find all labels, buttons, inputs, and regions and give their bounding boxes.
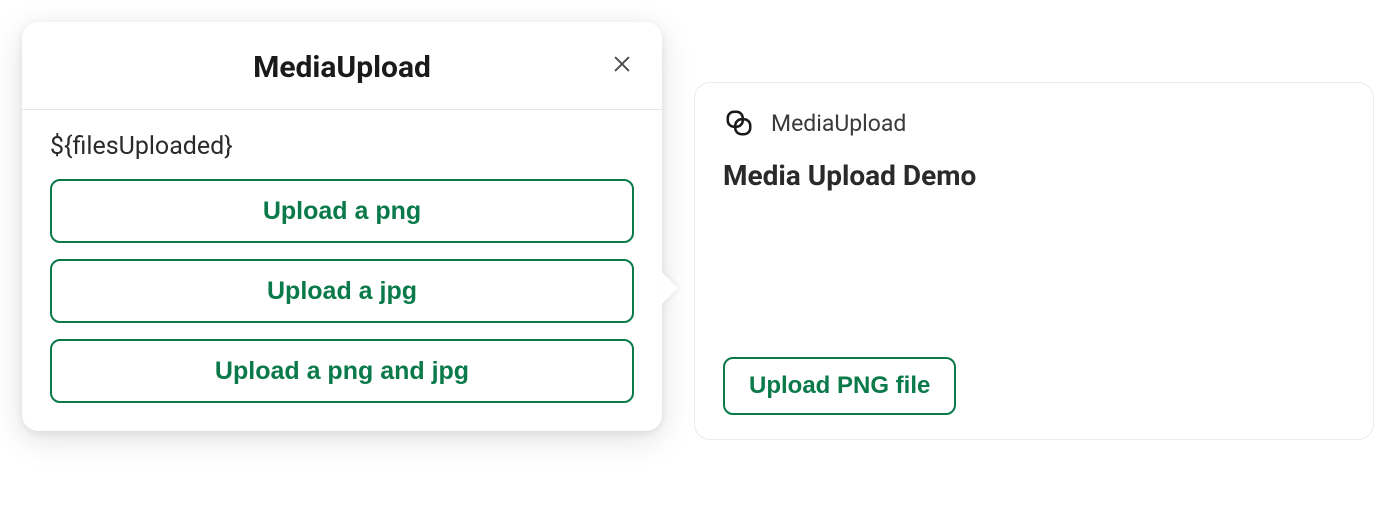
upload-png-and-jpg-button[interactable]: Upload a png and jpg <box>50 339 634 403</box>
popover-title: MediaUpload <box>253 50 431 85</box>
popover-header: MediaUpload <box>22 22 662 110</box>
close-icon <box>611 53 633 78</box>
button-label: Upload PNG file <box>749 372 930 400</box>
popover-body: ${filesUploaded} Upload a png Upload a j… <box>22 110 662 403</box>
upload-png-button[interactable]: Upload a png <box>50 179 634 243</box>
media-upload-popover: MediaUpload ${filesUploaded} Upload a pn… <box>22 22 662 431</box>
card-title: Media Upload Demo <box>723 159 1345 192</box>
upload-jpg-button[interactable]: Upload a jpg <box>50 259 634 323</box>
button-label: Upload a png and jpg <box>215 357 469 386</box>
button-label: Upload a jpg <box>267 277 417 306</box>
card-header: MediaUpload <box>723 107 1345 139</box>
close-button[interactable] <box>606 50 638 82</box>
media-upload-card: MediaUpload Media Upload Demo Upload PNG… <box>694 82 1374 440</box>
card-subtitle: MediaUpload <box>771 110 906 137</box>
link-icon <box>723 107 755 139</box>
popover-arrow <box>660 270 678 306</box>
upload-png-file-button[interactable]: Upload PNG file <box>723 357 956 415</box>
files-uploaded-label: ${filesUploaded} <box>50 132 634 161</box>
card-footer: Upload PNG file <box>723 357 1345 415</box>
button-label: Upload a png <box>263 197 421 226</box>
